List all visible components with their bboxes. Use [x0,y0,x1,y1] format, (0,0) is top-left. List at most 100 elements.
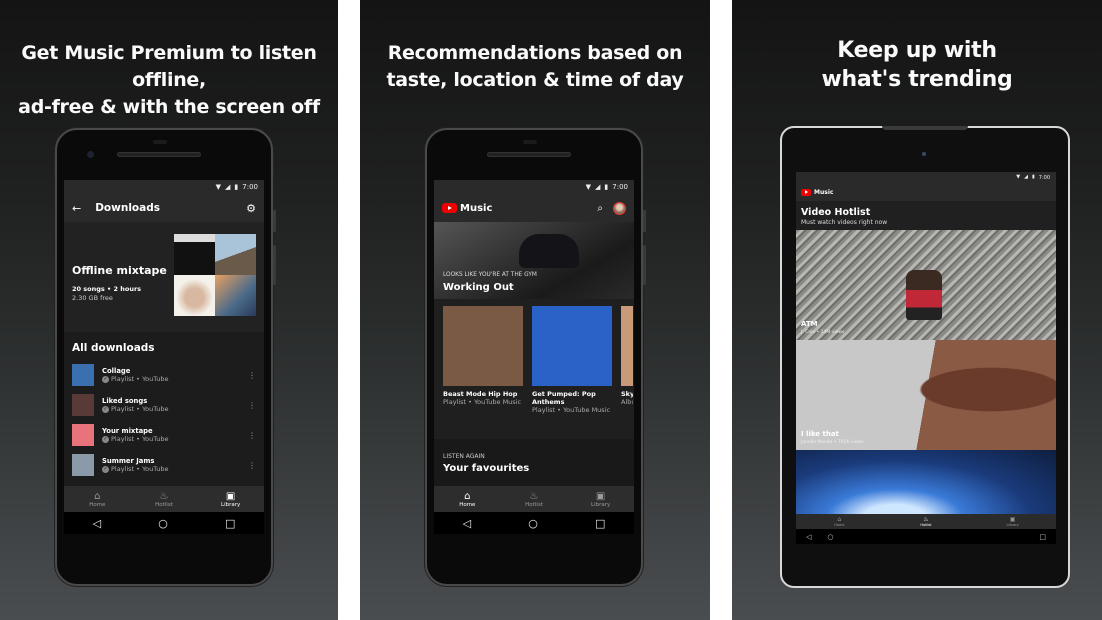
nav-item-hotlist[interactable]: ♨ Hotlist [134,491,194,508]
hero-banner[interactable]: LOOKS LIKE YOU'RE AT THE GYM Working Out [434,222,634,299]
section-kicker: LISTEN AGAIN [443,453,485,460]
youtube-music-logo[interactable]: Music [442,203,597,214]
back-icon[interactable]: ◁ [463,517,471,530]
nav-item-hotlist[interactable]: ♨ Hotlist [896,516,956,527]
downloaded-check-icon: ✓ [102,405,109,413]
list-item[interactable]: Collage ✓ Playlist • YouTube ⋮ [64,360,264,390]
phone-screen: ▼ ◢ ▮ 7:00 Music ⌕ LOOKS LIKE YOU'RE AT … [434,180,634,534]
playlist-thumbnail [72,454,94,476]
video-card[interactable]: I like that Janelle Monáe • 791K views [796,340,1056,450]
front-camera [87,151,94,158]
status-bar: ▼ ◢ ▮ 7:00 [64,180,264,194]
recents-icon[interactable]: □ [1039,533,1046,541]
nav-item-home[interactable]: ⌂ Home [437,491,497,508]
album-art [174,234,215,275]
back-icon[interactable]: ◁ [806,533,811,541]
more-vert-icon[interactable]: ⋮ [248,461,256,470]
playlist-carousel: Beast Mode Hip Hop Playlist • YouTube Mu… [434,299,634,439]
brand-name: Music [814,188,834,196]
home-circle-icon[interactable]: ○ [528,517,538,530]
caption-line: ad-free & with the screen off [18,96,320,118]
caption-line: Recommendations based on [387,42,683,64]
playlist-name: Liked songs [102,397,148,405]
nav-label: Library [221,501,241,508]
mixtape-collage [174,234,256,316]
list-item-text: Liked songs ✓ Playlist • YouTube [102,397,248,413]
playlist-sub: ✓ Playlist • YouTube [102,375,248,383]
mixtape-meta: 20 songs • 2 hours [72,285,142,293]
nav-item-library[interactable]: ▣ Library [201,491,261,508]
gear-icon[interactable]: ⚙ [246,202,256,215]
video-title: ATM [801,320,818,328]
phone-screen: ▼ ◢ ▮ 7:00 ← Downloads ⚙ Offline mixtape… [64,180,264,534]
home-icon: ⌂ [464,490,471,502]
more-vert-icon[interactable]: ⋮ [248,431,256,440]
speaker-grille [117,152,201,157]
nav-item-hotlist[interactable]: ♨ Hotlist [504,491,564,508]
app-bar: ← Downloads ⚙ [64,194,264,222]
panel-trending: Keep up with what's trending ▼ ◢ ▮ 7:00 … [732,0,1102,620]
video-card[interactable]: ATM J. Cole • 14M views [796,230,1056,340]
home-icon: ⌂ [94,490,101,502]
earpiece [153,140,167,144]
playlist-meta: Playlist • YouTube [111,405,169,413]
playlist-thumbnail [72,424,94,446]
album-art [215,275,256,316]
nav-item-library[interactable]: ▣ Library [571,491,631,508]
youtube-music-logo[interactable]: Music [801,188,1051,196]
avatar[interactable] [613,201,626,215]
recents-icon[interactable]: □ [595,517,605,530]
album-art [215,234,256,275]
list-item[interactable]: Liked songs ✓ Playlist • YouTube ⋮ [64,390,264,420]
nav-item-home[interactable]: ⌂ Home [67,491,127,508]
list-item-text: Your mixtape ✓ Playlist • YouTube [102,427,248,443]
home-circle-icon[interactable]: ○ [158,517,168,530]
nav-label: Library [591,501,611,508]
card-title: Beast Mode Hip Hop [443,390,518,398]
back-icon[interactable]: ◁ [93,517,101,530]
section-title: Your favourites [443,463,530,474]
tablet-screen: ▼ ◢ ▮ 7:00 Music Video Hotlist Must watc… [796,172,1056,544]
hero-image [519,234,579,268]
tablet-notch [882,126,968,130]
bottom-nav: ⌂ Home ♨ Hotlist ▣ Library [796,514,1056,529]
hotlist-subtitle: Must watch videos right now [801,219,888,226]
more-vert-icon[interactable]: ⋮ [248,401,256,410]
nav-label: Home [834,522,845,527]
mixtape-title: Offline mixtape [72,264,167,277]
video-thumbnail-figure [906,270,942,320]
downloaded-check-icon: ✓ [102,375,109,383]
nav-item-library[interactable]: ▣ Library [983,516,1043,527]
playlist-sub: ✓ Playlist • YouTube [102,435,248,443]
hero-title: Working Out [443,282,514,293]
card-title: Sky [621,390,633,398]
youtube-play-icon [801,188,811,196]
status-time: 7:00 [612,183,628,191]
search-icon[interactable]: ⌕ [597,203,603,214]
power-button [643,210,646,232]
playlist-name: Your mixtape [102,427,153,435]
playlist-sub: ✓ Playlist • YouTube [102,465,248,473]
system-nav: ◁ ○ □ [796,529,1056,544]
list-item[interactable]: Summer Jams ✓ Playlist • YouTube ⋮ [64,450,264,480]
battery-icon: ▮ [604,182,609,191]
playlist-card[interactable]: Sky Albu [621,306,633,439]
playlist-card[interactable]: Get Pumped: Pop Anthems Playlist • YouTu… [532,306,612,439]
home-circle-icon[interactable]: ○ [827,533,833,541]
nav-label: Hotlist [920,522,932,527]
youtube-play-icon [442,203,457,213]
more-vert-icon[interactable]: ⋮ [248,371,256,380]
list-item[interactable]: Your mixtape ✓ Playlist • YouTube ⋮ [64,420,264,450]
arrow-left-icon[interactable]: ← [72,202,81,215]
offline-mixtape-card[interactable]: Offline mixtape 20 songs • 2 hours 2.30 … [64,222,264,332]
playlist-meta: Playlist • YouTube [111,435,169,443]
playlist-card[interactable]: Beast Mode Hip Hop Playlist • YouTube Mu… [443,306,523,439]
brand-name: Music [460,202,493,214]
recents-icon[interactable]: □ [225,517,235,530]
section-title: All downloads [72,342,155,354]
library-icon: ▣ [595,490,606,502]
status-bar: ▼ ◢ ▮ 7:00 [434,180,634,194]
status-time: 7:00 [242,183,258,191]
playlist-art [532,306,612,386]
nav-item-home[interactable]: ⌂ Home [809,516,869,527]
